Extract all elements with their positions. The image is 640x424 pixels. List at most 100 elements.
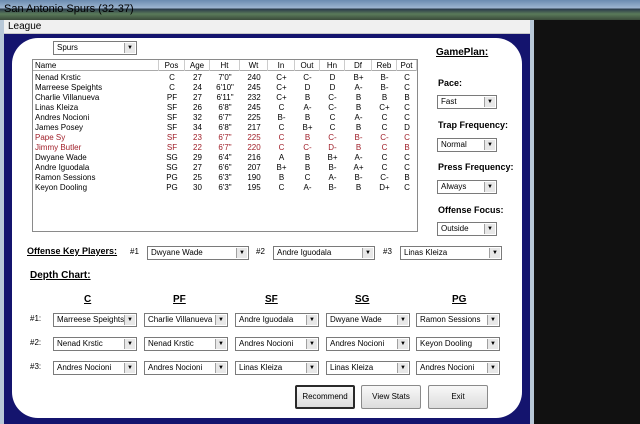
chevron-down-icon: ▼ [215, 315, 226, 325]
column-header[interactable]: Pot [397, 60, 417, 71]
depth-slot-select[interactable]: Andres Nocioni ▼ [235, 337, 319, 351]
pace-select[interactable]: Fast ▼ [437, 95, 497, 109]
depth-slot-value: Andre Iguodala [239, 315, 294, 324]
depth-slot-select[interactable]: Ramon Sessions ▼ [416, 313, 500, 327]
gameplan-title: GamePlan: [436, 47, 489, 58]
depth-slot-select[interactable]: Nenad Krstic ▼ [144, 337, 228, 351]
depth-slot-value: Andres Nocioni [148, 363, 203, 372]
depth-slot-value: Keyon Dooling [420, 339, 473, 348]
chevron-down-icon: ▼ [306, 315, 317, 325]
chevron-down-icon: ▼ [484, 140, 495, 150]
press-value: Always [441, 182, 467, 191]
chevron-down-icon: ▼ [484, 97, 495, 107]
depth-slot-select[interactable]: Andre Iguodala ▼ [235, 313, 319, 327]
depth-slot-value: Andres Nocioni [239, 339, 294, 348]
team-select[interactable]: Spurs ▼ [53, 41, 137, 55]
chevron-down-icon: ▼ [124, 339, 135, 349]
depth-slot-value: Linas Kleiza [330, 363, 374, 372]
depth-position-header: SF [265, 294, 278, 305]
offense-key-3[interactable]: Linas Kleiza ▼ [400, 246, 502, 260]
chevron-down-icon: ▼ [124, 43, 135, 53]
column-header[interactable]: Name [33, 60, 159, 71]
offense-num-3: #3 [383, 247, 392, 256]
offense-key-1-value: Dwyane Wade [151, 248, 203, 257]
depth-slot-value: Andres Nocioni [57, 363, 112, 372]
depth-chart-title: Depth Chart: [30, 270, 91, 281]
table-cell: D+ [379, 183, 390, 192]
chevron-down-icon: ▼ [487, 363, 498, 373]
column-header[interactable]: In [268, 60, 295, 71]
chevron-down-icon: ▼ [306, 339, 317, 349]
depth-slot-value: Andres Nocioni [420, 363, 475, 372]
table-cell: 195 [247, 183, 261, 192]
depth-slot-select[interactable]: Keyon Dooling ▼ [416, 337, 500, 351]
table-cell: C [404, 183, 410, 192]
desktop-background [534, 20, 640, 424]
chevron-down-icon: ▼ [397, 339, 408, 349]
recommend-button[interactable]: Recommend [295, 385, 355, 409]
depth-slot-select[interactable]: Marreese Speights ▼ [53, 313, 137, 327]
depth-position-header: SG [355, 294, 370, 305]
column-header[interactable]: Reb [372, 60, 397, 71]
depth-slot-select[interactable]: Andres Nocioni ▼ [326, 337, 410, 351]
depth-slot-value: Charlie Villanueva [148, 315, 213, 324]
column-header[interactable]: Wt [240, 60, 268, 71]
focus-value: Outside [441, 224, 469, 233]
depth-position-header: PF [173, 294, 186, 305]
table-cell: B [355, 183, 362, 192]
depth-slot-value: Ramon Sessions [420, 315, 481, 324]
focus-label: Offense Focus: [438, 205, 504, 215]
depth-slot-select[interactable]: Charlie Villanueva ▼ [144, 313, 228, 327]
offense-key-1[interactable]: Dwyane Wade ▼ [147, 246, 249, 260]
column-header[interactable]: Pos [159, 60, 185, 71]
depth-slot-value: Nenad Krstic [148, 339, 194, 348]
offense-num-2: #2 [256, 247, 265, 256]
column-header[interactable]: Out [295, 60, 320, 71]
team-select-value: Spurs [57, 43, 78, 52]
pace-value: Fast [441, 97, 457, 106]
table-row[interactable]: Keyon Dooling PG 30 6'3" 195 C A- B- B D+ C [33, 182, 417, 193]
depth-slot-select[interactable]: Andres Nocioni ▼ [53, 361, 137, 375]
depth-slot-select[interactable]: Nenad Krstic ▼ [53, 337, 137, 351]
column-header[interactable]: Df [345, 60, 372, 71]
trap-value: Normal [441, 140, 467, 149]
depth-slot-value: Dwyane Wade [330, 315, 382, 324]
depth-slot-select[interactable]: Andres Nocioni ▼ [416, 361, 500, 375]
depth-row-label: #2: [30, 338, 42, 347]
menu-league[interactable]: League [8, 21, 41, 32]
focus-select[interactable]: Outside ▼ [437, 222, 497, 236]
chevron-down-icon: ▼ [124, 363, 135, 373]
table-cell: Keyon Dooling [35, 183, 88, 192]
depth-slot-value: Nenad Krstic [57, 339, 103, 348]
column-header[interactable]: Ht [210, 60, 240, 71]
depth-slot-select[interactable]: Linas Kleiza ▼ [326, 361, 410, 375]
chevron-down-icon: ▼ [397, 363, 408, 373]
column-header[interactable]: Age [185, 60, 210, 71]
view-stats-button[interactable]: View Stats [361, 385, 421, 409]
offense-key-3-value: Linas Kleiza [404, 248, 448, 257]
column-header[interactable]: Hn [320, 60, 345, 71]
depth-slot-select[interactable]: Andres Nocioni ▼ [144, 361, 228, 375]
chevron-down-icon: ▼ [362, 248, 373, 258]
press-select[interactable]: Always ▼ [437, 180, 497, 194]
table-cell: C [278, 183, 285, 192]
chevron-down-icon: ▼ [124, 315, 135, 325]
trap-label: Trap Frequency: [438, 120, 509, 130]
table-cell: 30 [193, 183, 202, 192]
depth-slot-select[interactable]: Linas Kleiza ▼ [235, 361, 319, 375]
depth-slot-value: Marreese Speights [57, 315, 125, 324]
table-cell: 6'3" [218, 183, 232, 192]
depth-position-header: PG [452, 294, 467, 305]
offense-key-2-value: Andre Iguodala [277, 248, 332, 257]
depth-slot-select[interactable]: Dwyane Wade ▼ [326, 313, 410, 327]
title-bar: San Antonio Spurs (32-37) [0, 0, 640, 20]
chevron-down-icon: ▼ [487, 315, 498, 325]
trap-select[interactable]: Normal ▼ [437, 138, 497, 152]
offense-key-2[interactable]: Andre Iguodala ▼ [273, 246, 375, 260]
depth-slot-value: Linas Kleiza [239, 363, 283, 372]
offense-num-1: #1 [130, 247, 139, 256]
exit-button[interactable]: Exit [428, 385, 488, 409]
depth-position-header: C [84, 294, 92, 305]
chevron-down-icon: ▼ [306, 363, 317, 373]
chevron-down-icon: ▼ [215, 363, 226, 373]
